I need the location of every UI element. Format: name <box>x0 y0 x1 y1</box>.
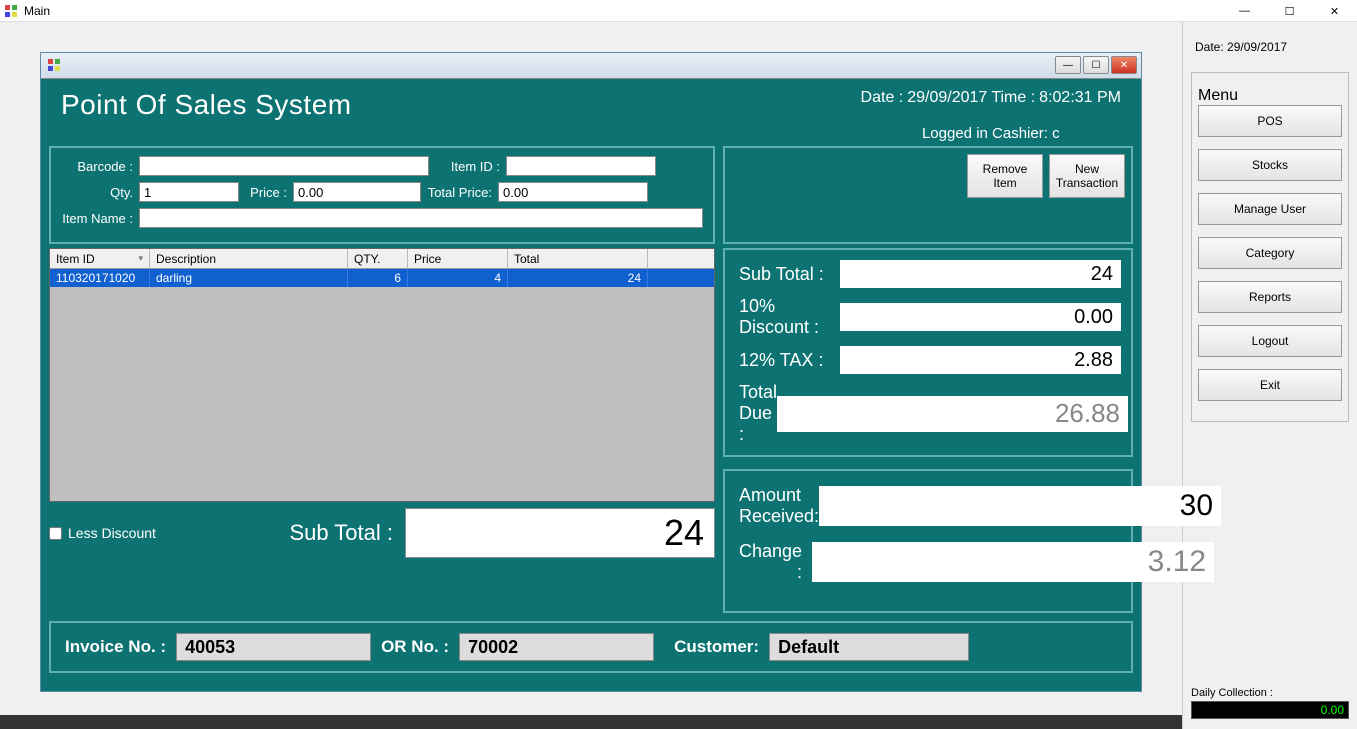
cell-qty: 6 <box>348 269 408 287</box>
col-qty[interactable]: QTY. <box>348 249 408 268</box>
price-input[interactable] <box>293 182 421 202</box>
or-value <box>459 633 654 661</box>
form-icon <box>47 58 63 74</box>
remove-item-button[interactable]: Remove Item <box>967 154 1043 198</box>
totals-subtotal-value <box>840 260 1121 288</box>
invoice-footer: Invoice No. : OR No. : Customer: <box>49 621 1133 673</box>
totals-tax-value <box>840 346 1121 374</box>
change-value <box>812 542 1214 582</box>
actions-panel: Remove Item New Transaction <box>723 146 1133 244</box>
cell-itemid: 110320171020 <box>50 269 150 287</box>
side-menu-panel: Date: 29/09/2017 Menu POS Stocks Manage … <box>1182 22 1357 729</box>
qty-input[interactable] <box>139 182 239 202</box>
date-label: Date : <box>861 89 904 107</box>
menu-category-button[interactable]: Category <box>1198 237 1342 269</box>
app-title: Point Of Sales System <box>61 89 352 121</box>
mdi-close-button[interactable]: ✕ <box>1111 56 1137 74</box>
customer-value[interactable] <box>769 633 969 661</box>
mdi-minimize-button[interactable]: — <box>1055 56 1081 74</box>
menu-logout-button[interactable]: Logout <box>1198 325 1342 357</box>
side-date-label: Date: 29/09/2017 <box>1191 32 1349 72</box>
window-title: Main <box>24 4 50 18</box>
cell-total: 24 <box>508 269 648 287</box>
close-button[interactable]: ✕ <box>1312 0 1357 22</box>
totals-subtotal-label: Sub Total : <box>739 264 840 285</box>
totals-discount-value <box>840 303 1121 331</box>
menu-legend: Menu <box>1198 87 1238 104</box>
minimize-button[interactable]: — <box>1222 0 1267 22</box>
menu-pos-button[interactable]: POS <box>1198 105 1342 137</box>
item-entry-panel: Barcode : Item ID : Qty. Price : Total P… <box>49 146 715 244</box>
cell-price: 4 <box>408 269 508 287</box>
maximize-button[interactable]: ☐ <box>1267 0 1312 22</box>
invoice-value <box>176 633 371 661</box>
totals-tax-label: 12% TAX : <box>739 350 840 371</box>
new-transaction-button[interactable]: New Transaction <box>1049 154 1125 198</box>
amount-received-input[interactable] <box>819 486 1221 526</box>
price-label: Price : <box>245 185 287 200</box>
totalprice-input[interactable] <box>498 182 648 202</box>
qty-label: Qty. <box>61 185 133 200</box>
invoice-label: Invoice No. : <box>65 637 166 657</box>
status-strip <box>0 715 1182 729</box>
menu-manage-user-button[interactable]: Manage User <box>1198 193 1342 225</box>
cashier-value: c <box>1052 125 1060 142</box>
totals-due-label: Total Due : <box>739 382 777 445</box>
amount-received-label: Amount Received: <box>739 485 819 527</box>
mdi-titlebar: — ☐ ✕ <box>41 53 1141 79</box>
menu-group: Menu POS Stocks Manage User Category Rep… <box>1191 72 1349 422</box>
date-value: 29/09/2017 <box>907 89 987 107</box>
totals-due-value <box>777 396 1128 432</box>
grid-row[interactable]: 110320171020 darling 6 4 24 <box>50 269 714 287</box>
daily-collection-value: 0.00 <box>1191 701 1349 719</box>
or-label: OR No. : <box>381 637 449 657</box>
sort-icon: ▾ <box>138 253 143 264</box>
itemid-label: Item ID : <box>435 159 500 174</box>
itemname-label: Item Name : <box>61 211 133 226</box>
subtotal-label: Sub Total : <box>289 520 393 546</box>
cashier-label: Logged in Cashier: <box>922 125 1048 142</box>
barcode-input[interactable] <box>139 156 429 176</box>
menu-reports-button[interactable]: Reports <box>1198 281 1342 313</box>
change-label: Change : <box>739 541 812 583</box>
totalprice-label: Total Price: <box>427 185 492 200</box>
itemid-input[interactable] <box>506 156 656 176</box>
pos-child-window: — ☐ ✕ Point Of Sales System Date : 29/09… <box>40 52 1142 692</box>
mdi-maximize-button[interactable]: ☐ <box>1083 56 1109 74</box>
col-itemid[interactable]: Item ID <box>56 252 95 266</box>
less-discount-checkbox[interactable]: Less Discount <box>49 525 156 541</box>
less-discount-label: Less Discount <box>68 525 156 541</box>
daily-collection-label: Daily Collection : <box>1191 687 1349 699</box>
cell-desc: darling <box>150 269 348 287</box>
itemname-input[interactable] <box>139 208 703 228</box>
totals-panel: Sub Total : 10% Discount : 12% TAX : <box>723 248 1133 457</box>
time-label: Time : <box>991 89 1035 107</box>
totals-discount-label: 10% Discount : <box>739 296 840 338</box>
less-discount-input[interactable] <box>49 527 62 540</box>
subtotal-display[interactable] <box>405 508 715 558</box>
menu-stocks-button[interactable]: Stocks <box>1198 149 1342 181</box>
app-icon <box>4 4 18 18</box>
col-description[interactable]: Description <box>150 249 348 268</box>
time-value: 8:02:31 PM <box>1039 89 1121 107</box>
menu-exit-button[interactable]: Exit <box>1198 369 1342 401</box>
grid-header: Item ID ▾ Description QTY. Price Total <box>50 249 714 269</box>
col-total[interactable]: Total <box>508 249 648 268</box>
customer-label: Customer: <box>674 637 759 657</box>
col-price[interactable]: Price <box>408 249 508 268</box>
payment-panel: Amount Received: Change : <box>723 469 1133 613</box>
barcode-label: Barcode : <box>61 159 133 174</box>
main-titlebar: Main — ☐ ✕ <box>0 0 1357 22</box>
items-grid[interactable]: Item ID ▾ Description QTY. Price Total 11… <box>49 248 715 502</box>
